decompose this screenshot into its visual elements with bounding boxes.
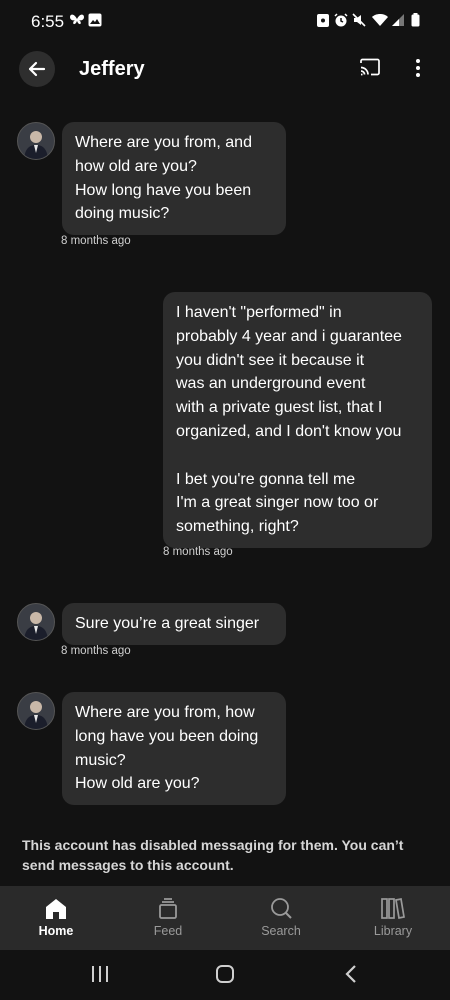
recent-apps-icon[interactable] [90, 964, 110, 984]
avatar[interactable] [17, 603, 55, 641]
nav-item-home[interactable]: Home [0, 886, 112, 950]
message-bubble-sent[interactable]: I haven't "performed" in probably 4 year… [163, 292, 432, 548]
message-timestamp: 8 months ago [61, 645, 131, 657]
signal-icon [392, 14, 404, 26]
lock-icon [317, 14, 329, 27]
message-bubble[interactable]: Where are you from, how long have you be… [62, 692, 286, 806]
avatar[interactable] [17, 122, 55, 160]
home-button-icon[interactable] [215, 964, 235, 984]
status-time: 6:55 [31, 12, 65, 31]
message-bubble[interactable]: Sure you’re a great singer [62, 603, 286, 645]
cast-icon[interactable] [359, 58, 381, 76]
profile-photo-icon [24, 701, 48, 729]
search-icon [271, 898, 292, 919]
alarm-icon [334, 13, 348, 27]
message-bubble[interactable]: Where are you from, and how old are you?… [62, 122, 286, 236]
butterfly-icon [70, 14, 84, 25]
nav-item-feed[interactable]: Feed [112, 886, 224, 950]
back-button[interactable] [19, 51, 55, 87]
battery-icon [411, 13, 420, 27]
nav-item-library[interactable]: Library [337, 886, 449, 950]
nav-label: Library [373, 924, 413, 938]
arrow-left-icon [28, 61, 46, 77]
profile-photo-icon [24, 612, 48, 640]
wifi-icon [372, 14, 388, 26]
message-timestamp: 8 months ago [61, 235, 131, 247]
back-nav-icon[interactable] [342, 964, 362, 984]
library-icon [381, 897, 405, 920]
gallery-icon [88, 13, 102, 27]
messaging-disabled-notice: This account has disabled messaging for … [22, 837, 404, 873]
nav-label: Feed [153, 924, 183, 938]
nav-item-search[interactable]: Search [225, 886, 337, 950]
nav-label: Search [261, 924, 301, 938]
feed-icon [159, 898, 177, 919]
system-navigation-bar [0, 950, 450, 1000]
bottom-navigation: Home Feed Search Library [0, 886, 450, 950]
status-bar: 6:55 [0, 0, 450, 44]
nav-label: Home [38, 924, 74, 938]
mute-icon [352, 13, 366, 27]
home-icon [46, 899, 66, 919]
profile-photo-icon [24, 131, 48, 159]
avatar[interactable] [17, 692, 55, 730]
conversation-title: Jeffery [79, 58, 145, 80]
conversation-header: Jeffery [0, 44, 450, 96]
more-options-icon[interactable] [415, 58, 421, 78]
message-timestamp: 8 months ago [163, 546, 233, 558]
